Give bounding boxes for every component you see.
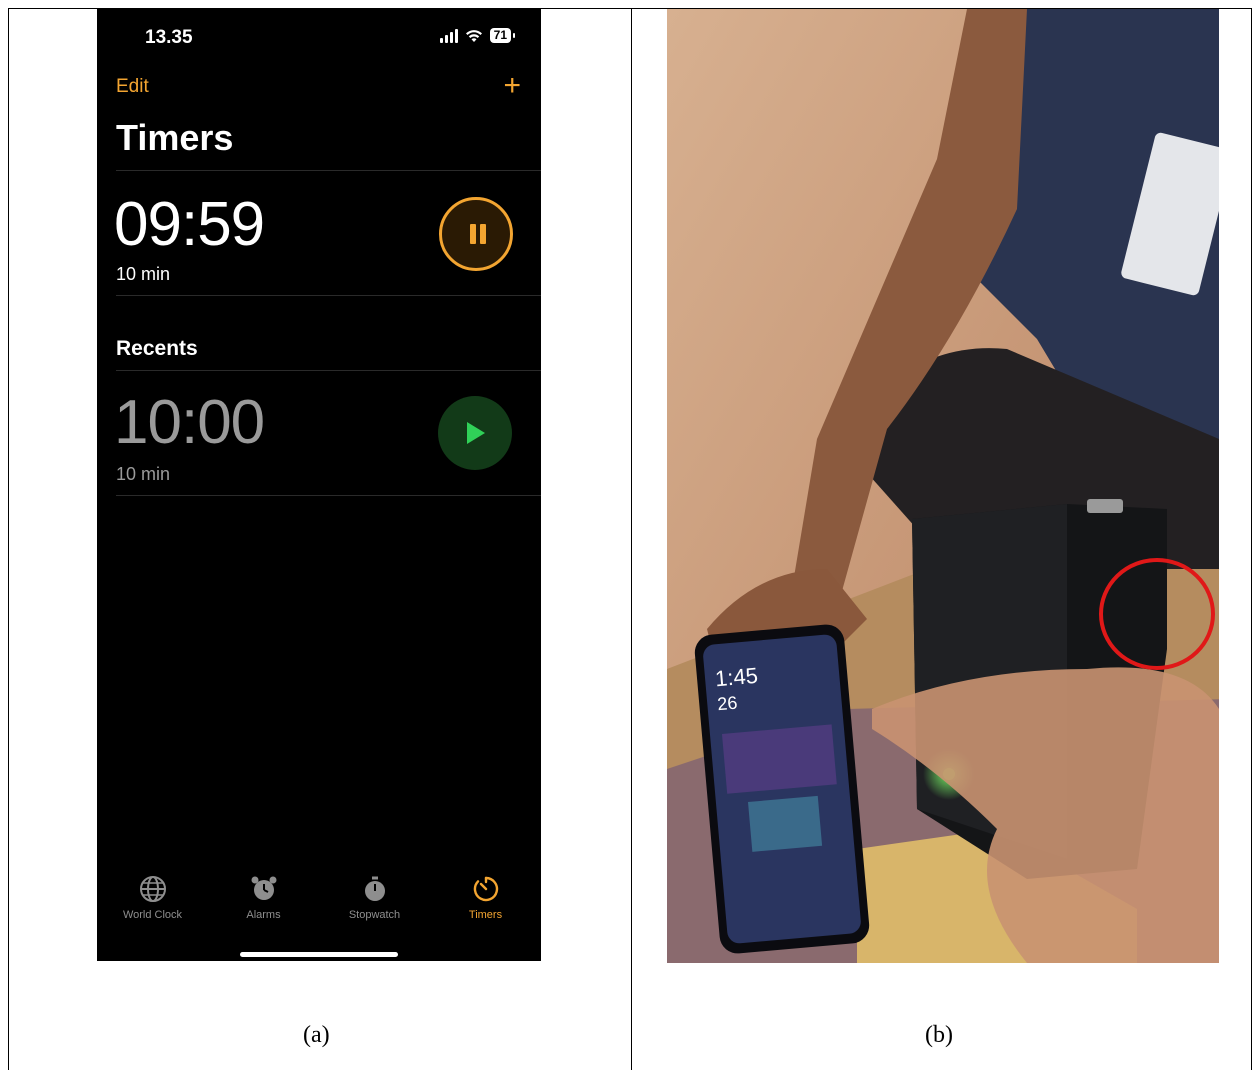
divider	[116, 295, 541, 296]
caption-b: (b)	[925, 1022, 953, 1048]
wifi-icon	[465, 29, 482, 42]
status-time: 13.35	[145, 27, 193, 48]
pause-icon-bar	[480, 224, 486, 244]
active-timer-label: 10 min	[116, 264, 171, 284]
tab-alarms[interactable]: Alarms	[208, 875, 319, 921]
smartphone: 1:45 26	[694, 624, 870, 954]
device-test-photo: 1:45 26	[667, 9, 1219, 963]
play-button[interactable]	[438, 396, 512, 470]
divider	[116, 170, 541, 171]
pause-icon	[470, 224, 476, 244]
tab-timers[interactable]: Timers	[430, 875, 541, 921]
phone-clock: 1:45	[714, 663, 759, 692]
active-timer-time: 09:59	[114, 190, 265, 259]
status-icons: 71	[439, 28, 516, 43]
add-timer-button[interactable]: +	[503, 71, 521, 101]
page-title: Timers	[116, 117, 234, 158]
table-divider	[631, 8, 632, 1070]
globe-icon	[139, 876, 166, 902]
caption-a: (a)	[303, 1022, 330, 1048]
edit-button[interactable]: Edit	[116, 76, 149, 98]
recent-timer-label: 10 min	[116, 464, 171, 484]
photo-illustration: 1:45 26	[667, 9, 1219, 963]
phone-temperature: 26	[717, 693, 739, 715]
divider	[116, 495, 541, 496]
tab-label: Alarms	[246, 909, 281, 921]
cellular-signal-icon	[439, 28, 458, 43]
timer-icon	[473, 876, 498, 902]
timers-app-screenshot: 13.35 71 Edit + Timers 09:59 10 min Rece…	[97, 9, 541, 961]
recents-header: Recents	[116, 337, 198, 360]
box-latch	[1087, 499, 1123, 513]
tab-label: World Clock	[122, 909, 183, 921]
tab-stopwatch[interactable]: Stopwatch	[319, 875, 430, 921]
play-icon	[467, 422, 485, 444]
tab-world-clock[interactable]: World Clock	[97, 875, 208, 921]
home-indicator	[240, 952, 398, 957]
table-right-border	[1251, 8, 1252, 1070]
battery-icon: 71	[489, 28, 516, 43]
tab-label: Timers	[468, 909, 503, 921]
pause-button[interactable]	[439, 197, 513, 271]
tab-bar: World Clock Alarms Stopwatch Timers	[97, 875, 541, 935]
alarm-clock-icon	[251, 876, 276, 900]
tab-label: Stopwatch	[348, 909, 401, 921]
divider	[116, 370, 541, 371]
recent-timer-time[interactable]: 10:00	[114, 387, 265, 458]
stopwatch-icon	[364, 876, 385, 901]
